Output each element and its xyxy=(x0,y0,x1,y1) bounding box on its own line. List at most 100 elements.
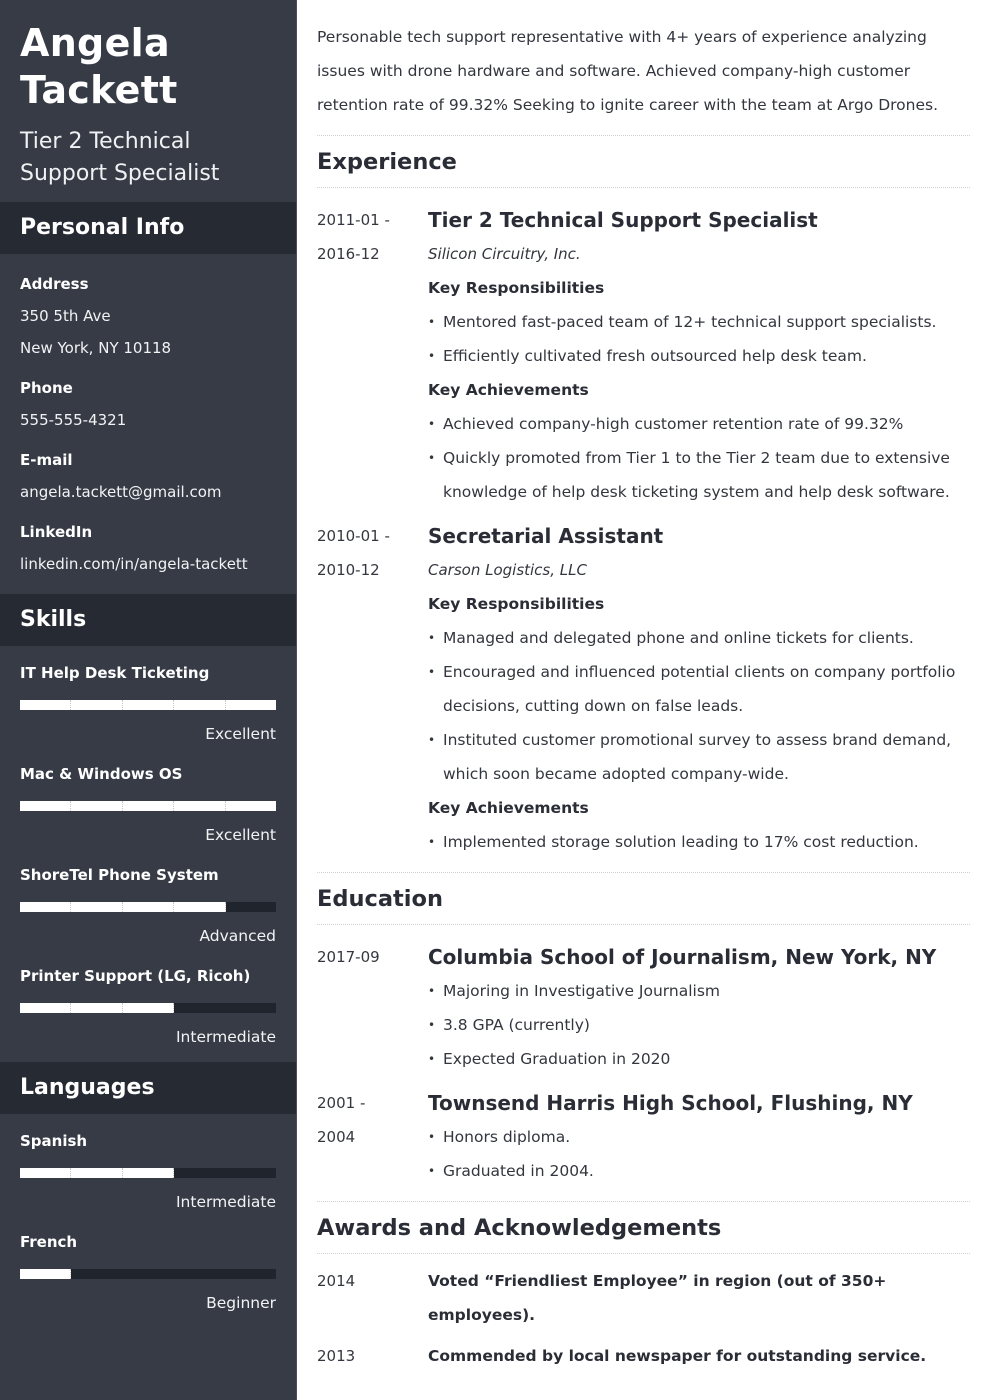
skill-item: IT Help Desk Ticketing Excellent xyxy=(20,658,277,745)
proficiency-level: Intermediate xyxy=(175,1193,276,1211)
experience-body: Secretarial Assistant Carson Logistics, L… xyxy=(428,519,970,859)
proficiency-level: Advanced xyxy=(199,927,276,945)
skill-name: ShoreTel Phone System xyxy=(20,866,219,884)
education-details: Honors diploma.Graduated in 2004. xyxy=(428,1120,970,1188)
address-label: Address xyxy=(20,275,89,293)
proficiency-segment xyxy=(122,801,175,811)
proficiency-segment xyxy=(20,801,72,811)
skill-item: Printer Support (LG, Ricoh) Intermediate xyxy=(20,961,276,1048)
date-start: 2001 - xyxy=(317,1094,366,1112)
bullet-item: Honors diploma. xyxy=(428,1120,970,1154)
proficiency-bar xyxy=(20,902,276,912)
award-entry: 2013 Commended by local newspaper for out… xyxy=(317,1339,970,1373)
profile-header: Angela Tackett Tier 2 Technical Support … xyxy=(0,0,296,190)
phone-value: 555-555-4321 xyxy=(20,411,127,429)
proficiency-bar xyxy=(20,1168,276,1178)
proficiency-bar xyxy=(20,1003,276,1013)
languages-heading: Languages xyxy=(0,1062,296,1114)
bullet-item: Majoring in Investigative Journalism xyxy=(428,974,970,1008)
bullet-item: 3.8 GPA (currently) xyxy=(428,1008,970,1042)
responsibilities-heading: Key Responsibilities xyxy=(428,279,605,297)
date-range: 2001 - 2004 xyxy=(317,1086,428,1188)
proficiency-segment xyxy=(225,700,277,710)
languages-list: Spanish Intermediate French Beginner xyxy=(0,1114,296,1314)
proficiency-segment xyxy=(226,902,276,912)
proficiency-segment xyxy=(20,1003,72,1013)
date-end: 2004 xyxy=(317,1128,356,1146)
proficiency-segment xyxy=(20,1168,72,1178)
education-entry: 2017-09 Columbia School of Journalism, Ne… xyxy=(317,940,970,1076)
date-start: 2010-01 - xyxy=(317,527,390,545)
address-line-2: New York, NY 10118 xyxy=(20,339,172,357)
proficiency-segment xyxy=(71,700,123,710)
phone-label: Phone xyxy=(20,379,73,397)
title-line-1: Tier 2 Technical xyxy=(20,129,191,154)
bullet-item: Quickly promoted from Tier 1 to the Tier… xyxy=(428,441,970,509)
bullet-item: Graduated in 2004. xyxy=(428,1154,970,1188)
date-range: 2011-01 - 2016-12 xyxy=(317,203,428,509)
bullet-item: Encouraged and influenced potential clie… xyxy=(428,655,970,723)
proficiency-segment xyxy=(71,801,123,811)
summary: Personable tech support representative w… xyxy=(317,28,939,114)
experience-heading: Experience xyxy=(317,149,457,175)
bullet-item: Expected Graduation in 2020 xyxy=(428,1042,970,1076)
education-list: 2017-09 Columbia School of Journalism, Ne… xyxy=(317,925,970,1188)
award-text: Voted “Friendliest Employee” in region (… xyxy=(428,1272,887,1324)
bullet-item: Managed and delegated phone and online t… xyxy=(428,621,970,655)
date-end: 2016-12 xyxy=(317,245,380,263)
date-range: 2010-01 - 2010-12 xyxy=(317,519,428,859)
skill-item: ShoreTel Phone System Advanced xyxy=(20,860,276,947)
proficiency-segment xyxy=(174,1168,225,1178)
company-name: Silicon Circuitry, Inc. xyxy=(428,245,581,263)
proficiency-bar xyxy=(20,700,277,710)
proficiency-bar xyxy=(20,1269,276,1279)
proficiency-segment xyxy=(20,700,72,710)
awards-heading: Awards and Acknowledgements xyxy=(317,1215,722,1241)
proficiency-segment xyxy=(174,1003,225,1013)
award-text: Commended by local newspaper for outstan… xyxy=(428,1347,927,1365)
email-label: E-mail xyxy=(20,451,73,469)
title-line-2: Support Specialist xyxy=(20,161,220,186)
language-item: Spanish Intermediate xyxy=(20,1126,276,1213)
language-item: French Beginner xyxy=(20,1227,276,1314)
skills-list: IT Help Desk Ticketing Excellent Mac & Win… xyxy=(0,646,296,1048)
proficiency-segment xyxy=(122,902,175,912)
job-title: Secretarial Assistant xyxy=(428,524,664,548)
skill-name: Printer Support (LG, Ricoh) xyxy=(20,967,251,985)
linkedin-value[interactable]: linkedin.com/in/angela-tackett xyxy=(20,548,276,580)
awards-list: 2014 Voted “Friendliest Employee” in regi… xyxy=(317,1254,970,1373)
proficiency-segment xyxy=(71,1003,123,1013)
date-start: 2011-01 - xyxy=(317,211,390,229)
linkedin-label: LinkedIn xyxy=(20,523,93,541)
proficiency-segment xyxy=(174,1269,225,1279)
education-body: Townsend Harris High School, Flushing, N… xyxy=(428,1086,970,1188)
address-line-1: 350 5th Ave xyxy=(20,307,111,325)
school-name: Columbia School of Journalism, New York,… xyxy=(428,945,937,969)
achievements-heading: Key Achievements xyxy=(428,381,589,399)
responsibilities-list: Mentored fast-paced team of 12+ technica… xyxy=(428,305,970,373)
email-value[interactable]: angela.tackett@gmail.com xyxy=(20,476,276,508)
education-heading: Education xyxy=(317,886,443,912)
proficiency-bar xyxy=(20,801,277,811)
achievements-list: Achieved company-high customer retention… xyxy=(428,407,970,509)
skill-item: Mac & Windows OS Excellent xyxy=(20,759,277,846)
proficiency-segment xyxy=(122,1168,175,1178)
proficiency-segment xyxy=(225,801,277,811)
proficiency-segment xyxy=(122,1003,175,1013)
bullet-item: Mentored fast-paced team of 12+ technica… xyxy=(428,305,970,339)
skill-name: Mac & Windows OS xyxy=(20,765,183,783)
main-content: Personable tech support representative w… xyxy=(317,0,970,1373)
education-entry: 2001 - 2004 Townsend Harris High School, F… xyxy=(317,1086,970,1188)
language-name: French xyxy=(20,1233,78,1251)
education-body: Columbia School of Journalism, New York,… xyxy=(428,940,970,1076)
proficiency-segment xyxy=(71,902,123,912)
language-name: Spanish xyxy=(20,1132,88,1150)
responsibilities-heading: Key Responsibilities xyxy=(428,595,605,613)
job-title-headline: Tier 2 Technical Support Specialist xyxy=(20,126,276,190)
address-group: Address 350 5th Ave New York, NY 10118 xyxy=(20,268,276,364)
linkedin-group: LinkedIn linkedin.com/in/angela-tackett xyxy=(20,516,276,580)
education-details: Majoring in Investigative Journalism3.8 … xyxy=(428,974,970,1076)
experience-entry: 2010-01 - 2010-12 Secretarial Assistant Car… xyxy=(317,519,970,859)
proficiency-segment xyxy=(226,1003,276,1013)
proficiency-level: Intermediate xyxy=(175,1028,276,1046)
